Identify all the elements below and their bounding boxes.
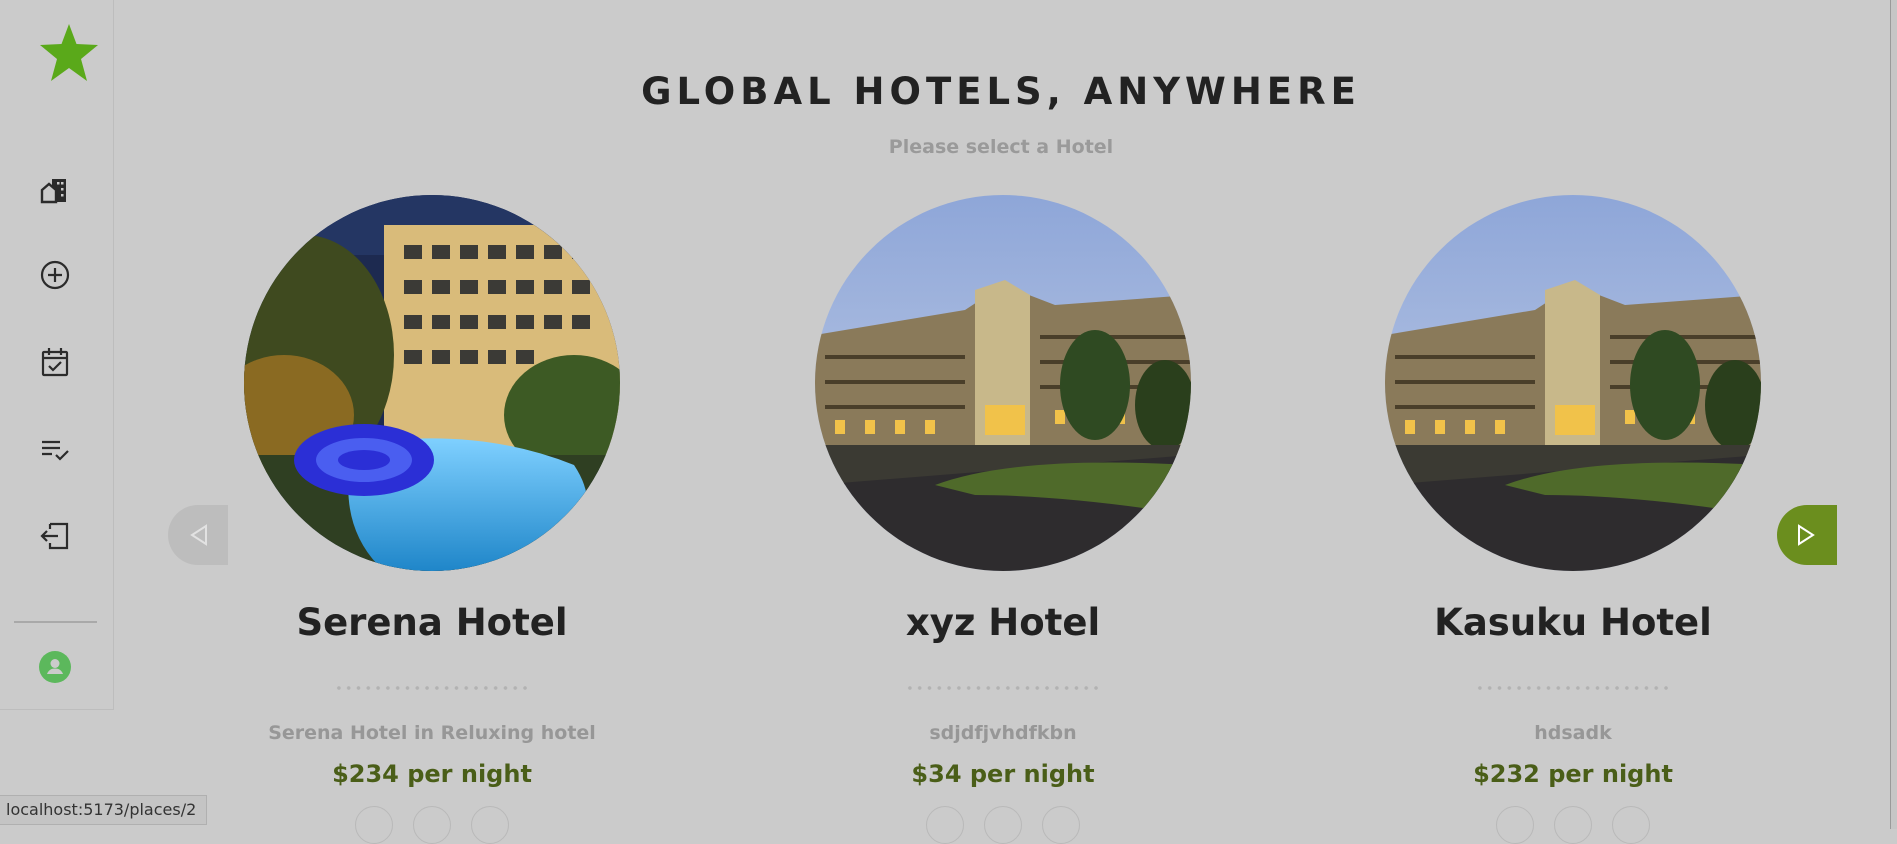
- hotel-photo[interactable]: [815, 195, 1191, 571]
- star-logo-icon[interactable]: [38, 22, 100, 84]
- hotel-name: Kasuku Hotel: [1434, 601, 1712, 644]
- building-icon[interactable]: [38, 171, 72, 205]
- hotel-description: sdjdfjvhdfkbn: [929, 722, 1077, 744]
- card-actions: [1288, 806, 1858, 844]
- vertical-scrollbar[interactable]: [1890, 0, 1897, 829]
- hotel-description: Serena Hotel in Reluxing hotel: [268, 722, 596, 744]
- user-avatar-icon[interactable]: [39, 651, 71, 683]
- hotel-name: xyz Hotel: [905, 601, 1101, 644]
- dotted-divider: [1475, 686, 1671, 690]
- hotel-name: Serena Hotel: [296, 601, 568, 644]
- add-circle-icon[interactable]: [38, 258, 72, 292]
- hotel-photo[interactable]: [1385, 195, 1761, 571]
- hotel-price: $234 per night: [332, 760, 532, 788]
- card-actions: [718, 806, 1288, 844]
- calendar-check-icon[interactable]: [38, 345, 72, 379]
- hotel-description: hdsadk: [1534, 722, 1612, 744]
- card-action-button[interactable]: [984, 806, 1022, 844]
- sidebar-divider: [14, 621, 97, 623]
- card-action-button[interactable]: [1042, 806, 1080, 844]
- list-check-icon[interactable]: [38, 432, 72, 466]
- dotted-divider: [905, 686, 1101, 690]
- card-action-button[interactable]: [355, 806, 393, 844]
- dotted-divider: [334, 686, 530, 690]
- status-bar-url: localhost:5173/places/2: [0, 795, 208, 825]
- page-subtitle: Please select a Hotel: [888, 136, 1114, 158]
- hotel-photo[interactable]: [244, 195, 620, 571]
- card-action-button[interactable]: [471, 806, 509, 844]
- page-title: GLOBAL HOTELS, ANYWHERE: [641, 70, 1361, 113]
- card-action-button[interactable]: [413, 806, 451, 844]
- logout-icon[interactable]: [38, 519, 72, 553]
- card-action-button[interactable]: [926, 806, 964, 844]
- card-action-button[interactable]: [1612, 806, 1650, 844]
- card-actions: [147, 806, 717, 844]
- hotel-card[interactable]: Kasuku Hotel hdsadk $232 per night: [1288, 195, 1858, 844]
- hotel-price: $232 per night: [1473, 760, 1673, 788]
- card-action-button[interactable]: [1496, 806, 1534, 844]
- hotel-price: $34 per night: [911, 760, 1095, 788]
- hotel-card[interactable]: Serena Hotel Serena Hotel in Reluxing ho…: [147, 195, 717, 844]
- hotel-card[interactable]: xyz Hotel sdjdfjvhdfkbn $34 per night: [718, 195, 1288, 844]
- sidebar: [0, 0, 114, 710]
- card-action-button[interactable]: [1554, 806, 1592, 844]
